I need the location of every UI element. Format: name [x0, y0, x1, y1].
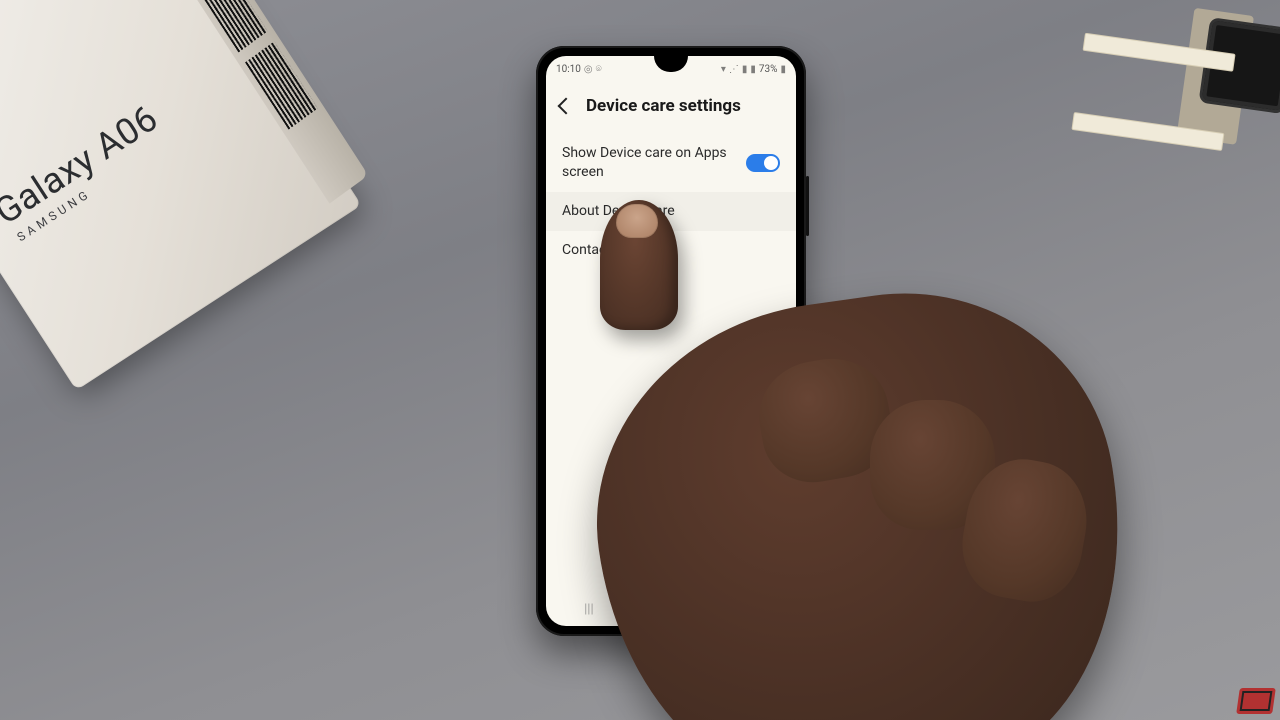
nav-back-icon[interactable]: ‹: [754, 602, 758, 617]
navigation-bar: ||| ○ ‹: [546, 598, 796, 620]
wifi-icon: ▾: [721, 64, 726, 75]
signal-icon: ▮: [750, 64, 756, 75]
app-bar: Device care settings: [546, 80, 796, 134]
signal-icon: ▮: [742, 64, 748, 75]
rig-prop: [1029, 0, 1280, 182]
alarm-icon: ⌾: [596, 64, 602, 75]
status-battery: 73%: [759, 64, 778, 75]
setting-contact-us[interactable]: Contact us: [546, 231, 796, 270]
phone-frame: 10:10 ◎ ⌾ ▾ ⋰ ▮ ▮ 73% ▮ Device care sett…: [536, 46, 806, 636]
recents-icon[interactable]: |||: [584, 602, 594, 617]
home-icon[interactable]: ○: [670, 601, 678, 617]
setting-label: About Device care: [562, 202, 675, 221]
box-side: [133, 0, 368, 204]
toggle-on-icon[interactable]: [746, 154, 780, 172]
setting-label: Show Device care on Apps screen: [562, 144, 732, 182]
knuckle: [870, 400, 995, 530]
location-icon: ◎: [584, 64, 593, 75]
page-title: Device care settings: [586, 96, 741, 116]
channel-logo: [1236, 688, 1276, 714]
power-button[interactable]: [806, 176, 809, 236]
knuckle: [954, 451, 1096, 610]
desk-scene: Galaxy A06 SAMSUNG 10:10 ◎ ⌾ ▾ ⋰: [0, 0, 1280, 720]
product-box: Galaxy A06 SAMSUNG: [0, 0, 362, 390]
phone-screen: 10:10 ◎ ⌾ ▾ ⋰ ▮ ▮ 73% ▮ Device care sett…: [546, 56, 796, 626]
barcode: [245, 41, 318, 129]
back-icon[interactable]: [558, 98, 575, 115]
volte-icon: ⋰: [729, 64, 739, 75]
box-model-label: Galaxy A06: [0, 97, 165, 233]
status-time: 10:10: [556, 64, 581, 75]
setting-label: Contact us: [562, 241, 629, 260]
setting-show-on-apps[interactable]: Show Device care on Apps screen: [546, 134, 796, 192]
setting-about-device-care[interactable]: About Device care: [546, 192, 796, 231]
barcode: [195, 0, 268, 52]
battery-icon: ▮: [780, 64, 786, 75]
